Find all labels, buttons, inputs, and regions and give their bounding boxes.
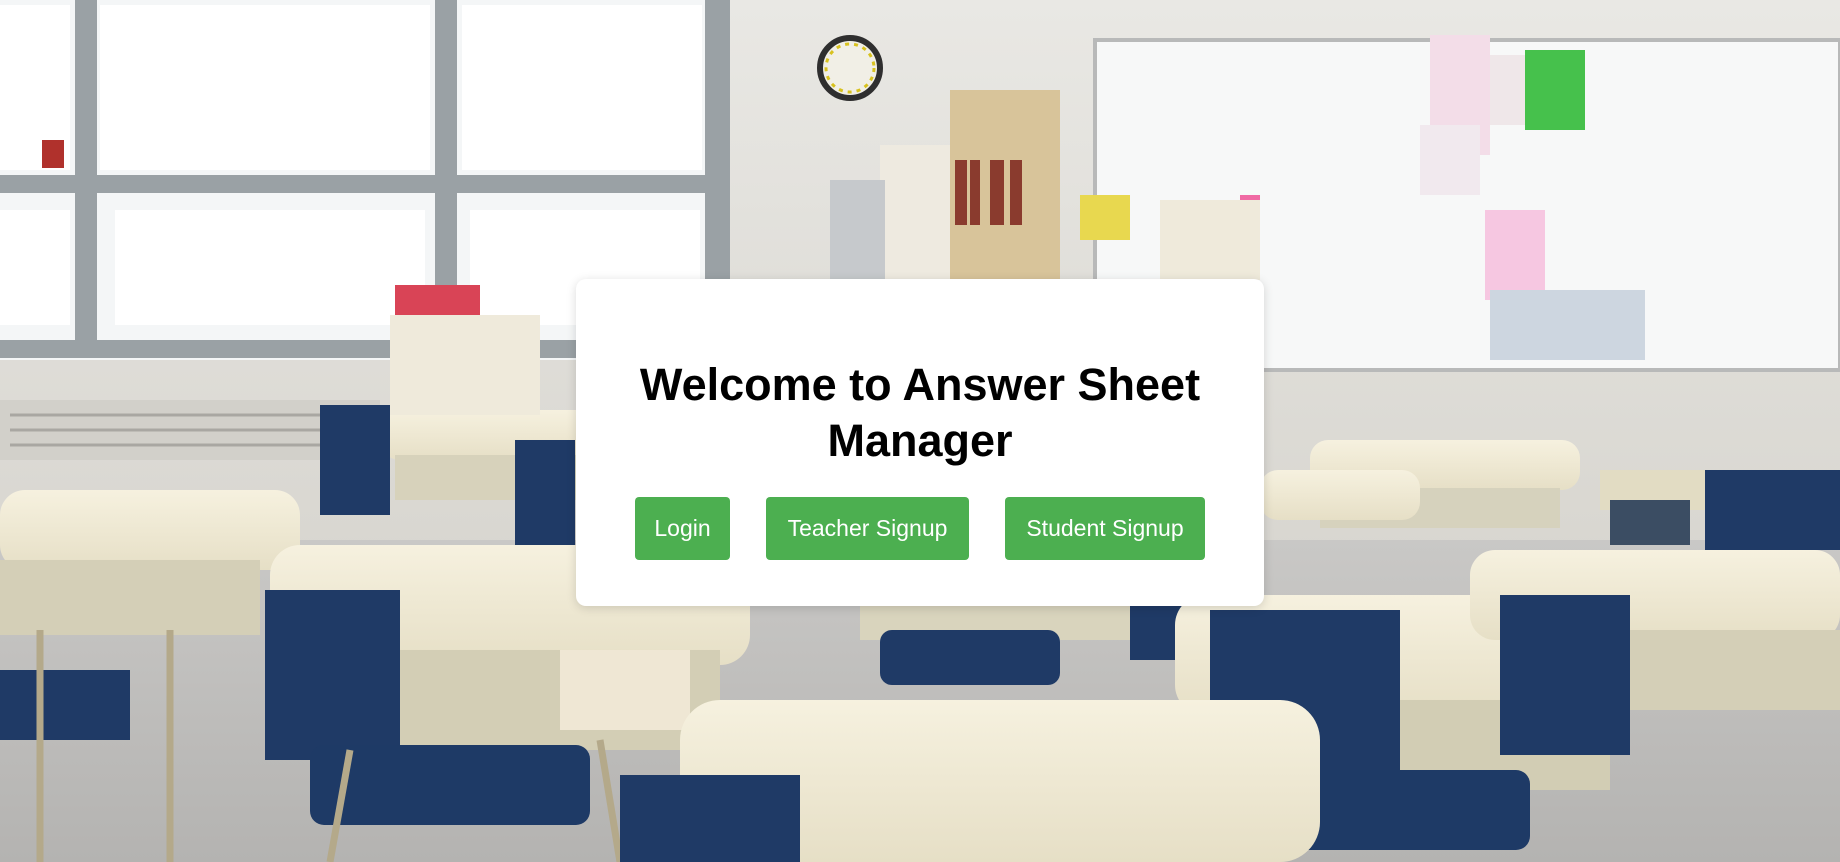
landing-page: Welcome to Answer Sheet Manager Login Te… bbox=[0, 0, 1840, 862]
welcome-title: Welcome to Answer Sheet Manager bbox=[639, 359, 1201, 466]
welcome-card: Welcome to Answer Sheet Manager Login Te… bbox=[576, 279, 1264, 606]
student-signup-button[interactable]: Student Signup bbox=[1005, 497, 1205, 560]
login-button[interactable]: Login bbox=[635, 497, 730, 560]
teacher-signup-button[interactable]: Teacher Signup bbox=[766, 497, 969, 560]
